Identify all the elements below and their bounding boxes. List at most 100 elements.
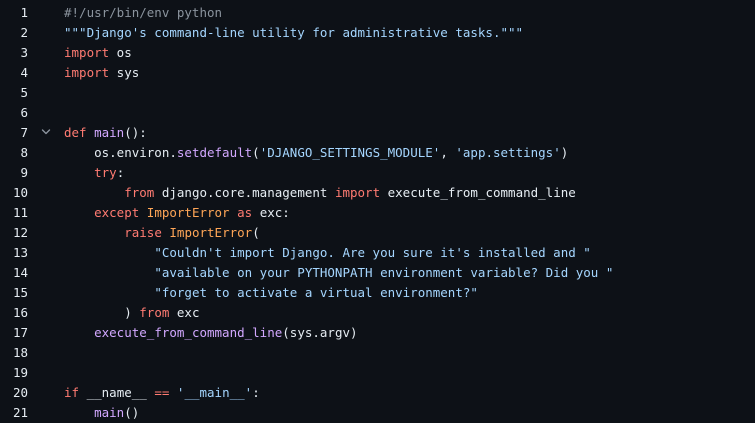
line-number: 8 xyxy=(20,144,28,160)
token-plain: execute_from_command_line xyxy=(380,184,576,200)
token-plain: , xyxy=(440,144,456,160)
code-line: 4 import sys xyxy=(0,62,755,82)
chevron-down-icon[interactable] xyxy=(41,127,51,137)
token-plain: (): xyxy=(124,124,147,140)
token-func: execute_from_command_line xyxy=(94,324,283,340)
line-number: 16 xyxy=(12,304,28,320)
token-plain: ) xyxy=(560,144,569,160)
token-keyword: import xyxy=(64,44,110,60)
code-line: 1 #!/usr/bin/env python xyxy=(0,2,755,22)
code-line: 9 try: xyxy=(0,162,755,182)
line-number: 5 xyxy=(20,84,28,100)
code-text: main() xyxy=(64,405,755,420)
code-line: 19 xyxy=(0,362,755,382)
line-number: 9 xyxy=(20,164,28,180)
line-number: 17 xyxy=(12,324,28,340)
token-string: 'DJANGO_SETTINGS_MODULE' xyxy=(259,144,441,160)
code-line: 21 main() xyxy=(0,402,755,422)
token-keyword: raise xyxy=(124,224,162,240)
code-line: 11 except ImportError as exc: xyxy=(0,202,755,222)
code-text: raise ImportError( xyxy=(64,225,755,240)
code-line: 13 "Couldn't import Django. Are you sure… xyxy=(0,242,755,262)
line-number: 14 xyxy=(12,264,28,280)
code-text: "available on your PYTHONPATH environmen… xyxy=(64,265,755,280)
code-line: 5 xyxy=(0,82,755,102)
code-text: #!/usr/bin/env python xyxy=(64,5,755,20)
token-string: "forget to activate a virtual environmen… xyxy=(154,284,478,300)
code-text: if __name__ == '__main__': xyxy=(64,385,755,400)
code-view: 1 #!/usr/bin/env python 2 """Django's comma… xyxy=(0,0,755,422)
code-line: 12 raise ImportError( xyxy=(0,222,755,242)
token-plain: exc: xyxy=(252,204,290,220)
code-text: try: xyxy=(64,165,755,180)
token-plain: () xyxy=(124,404,140,420)
token-func: main xyxy=(94,404,125,420)
code-text: except ImportError as exc: xyxy=(64,205,755,220)
code-text: ) from exc xyxy=(64,305,755,320)
token-plain: ) xyxy=(64,304,140,320)
code-line: 10 from django.core.management import ex… xyxy=(0,182,755,202)
code-text: execute_from_command_line(sys.argv) xyxy=(64,325,755,340)
line-number: 2 xyxy=(20,24,28,40)
token-func: main xyxy=(94,124,125,140)
code-line: 20 if __name__ == '__main__': xyxy=(0,382,755,402)
code-text: import os xyxy=(64,45,755,60)
token-plain: exc xyxy=(169,304,200,320)
code-text: os.environ.setdefault('DJANGO_SETTINGS_M… xyxy=(64,145,755,160)
token-plain: : xyxy=(252,384,260,400)
token-keyword: try xyxy=(94,164,117,180)
line-number: 10 xyxy=(12,184,28,200)
token-keyword: from xyxy=(139,304,170,320)
token-plain: ( xyxy=(252,144,260,160)
token-func: setdefault xyxy=(176,144,253,160)
code-text: def main(): xyxy=(64,125,755,140)
line-number: 19 xyxy=(12,364,28,380)
code-text: import sys xyxy=(64,65,755,80)
code-line: 3 import os xyxy=(0,42,755,62)
code-line: 14 "available on your PYTHONPATH environ… xyxy=(0,262,755,282)
fold-toggle[interactable] xyxy=(28,127,64,137)
line-number: 3 xyxy=(20,44,28,60)
line-number: 15 xyxy=(12,284,28,300)
token-plain: : xyxy=(116,164,125,180)
token-plain: os.environ. xyxy=(64,144,177,160)
code-line: 7 def main(): xyxy=(0,122,755,142)
line-number: 13 xyxy=(12,244,28,260)
token-plain: django.core.management xyxy=(154,184,335,200)
token-string: """Django's command-line utility for adm… xyxy=(64,24,524,40)
token-string: "Couldn't import Django. Are you sure it… xyxy=(154,244,591,260)
line-number: 21 xyxy=(12,404,28,420)
line-number: 4 xyxy=(20,64,28,80)
code-text: "forget to activate a virtual environmen… xyxy=(64,285,755,300)
token-comment: #!/usr/bin/env python xyxy=(64,4,223,20)
token-class: ImportError xyxy=(146,204,230,220)
code-line: 2 """Django's command-line utility for ad… xyxy=(0,22,755,42)
token-keyword: except xyxy=(94,204,140,220)
token-plain: os xyxy=(109,44,132,60)
token-keyword: if xyxy=(64,384,80,400)
token-plain: (sys.argv) xyxy=(282,324,358,340)
token-keyword: from xyxy=(124,184,155,200)
code-line: 8 os.environ.setdefault('DJANGO_SETTINGS… xyxy=(0,142,755,162)
token-keyword: as xyxy=(237,204,253,220)
code-text: from django.core.management import execu… xyxy=(64,185,755,200)
line-number: 11 xyxy=(12,204,28,220)
token-plain: sys xyxy=(109,64,140,80)
line-number: 18 xyxy=(12,344,28,360)
line-number: 12 xyxy=(12,224,28,240)
token-keyword: import xyxy=(334,184,381,200)
token-keyword: import xyxy=(64,64,110,80)
code-text: """Django's command-line utility for adm… xyxy=(64,25,755,40)
code-line: 16 ) from exc xyxy=(0,302,755,322)
token-class: ImportError xyxy=(169,224,253,240)
